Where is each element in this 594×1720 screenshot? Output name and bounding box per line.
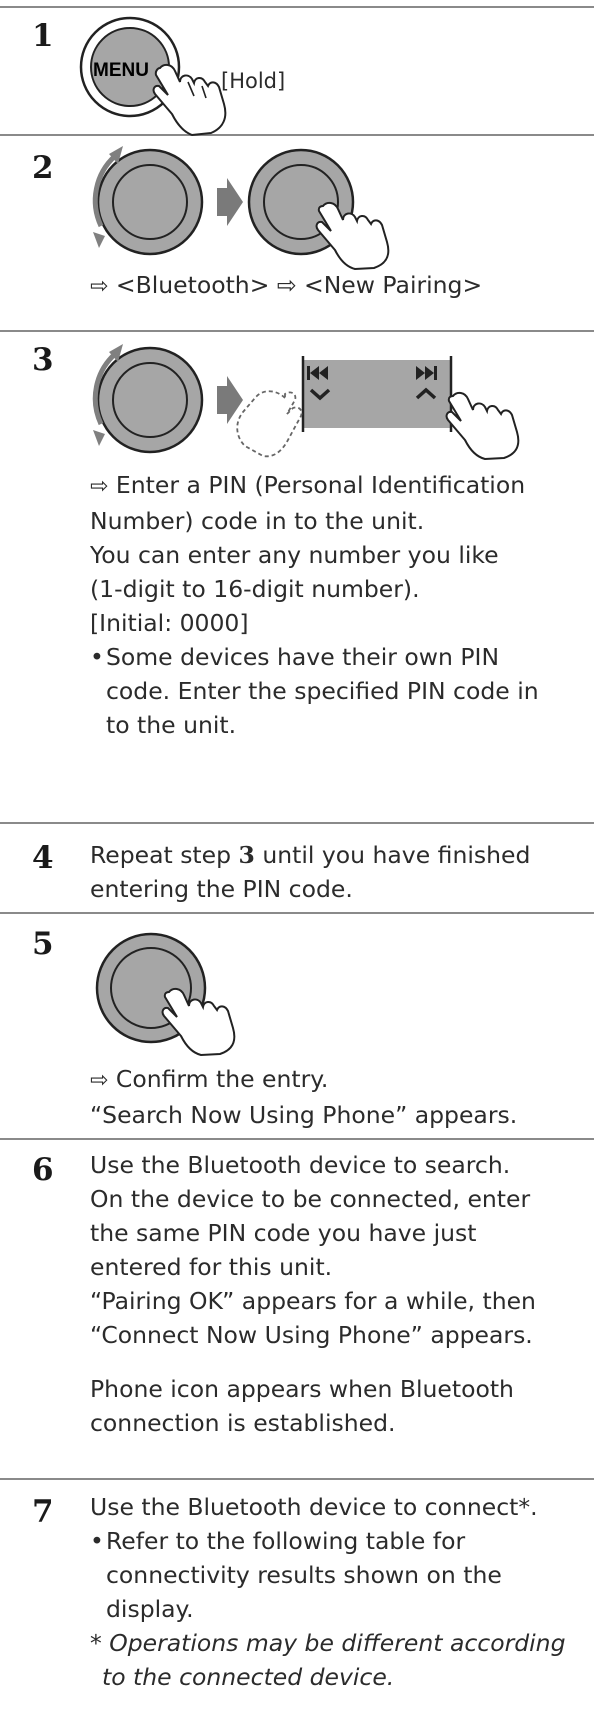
hand-pointer-icon [152,63,227,137]
divider [0,912,594,914]
hold-label: [Hold] [221,69,285,93]
press-knob-illustration [95,932,236,1057]
rotate-and-skip-illustration [92,344,520,461]
arrow-icon: ⇨ [90,1068,109,1093]
step7-text: Use the Bluetooth device to connect*. •R… [90,1490,566,1694]
divider [0,330,594,332]
rotate-and-press-illustration [92,146,390,271]
control-knob-rotating [92,344,204,454]
step5-text: ⇨ Confirm the entry. “Search Now Using P… [90,1065,518,1129]
step-number: 1 [32,18,54,54]
bullet: • [90,643,104,671]
footnote: * Operations may be different according [90,1629,566,1657]
step-number: 3 [32,342,54,378]
footnote: to the connected device. [102,1663,395,1691]
step4-text: Repeat step 3 until you have finished en… [90,841,531,903]
dashed-hand-icon [236,390,303,458]
step3-text: ⇨ Enter a PIN (Personal Identification N… [90,471,539,739]
step-number: 2 [32,150,54,186]
menu-knob-label: MENU [93,60,149,81]
divider [0,1478,594,1480]
divider [0,1138,594,1140]
hand-pointer-icon [445,391,520,461]
menu-knob-hold-illustration: MENU [Hold] [79,16,285,137]
divider [0,822,594,824]
divider [0,6,594,8]
step-number: 7 [32,1494,54,1530]
arrow-icon: ⇨ [90,474,109,499]
bullet: • [90,1527,104,1555]
step-number: 6 [32,1152,54,1188]
step-number: 5 [32,926,54,962]
control-knob-rotating [92,146,204,256]
menu-path-text: ⇨ <Bluetooth> ⇨ <New Pairing> [90,271,483,299]
step-number: 4 [32,840,54,876]
step6-text: Use the Bluetooth device to search. On t… [90,1151,536,1437]
arrow-icon: ⇨ [90,274,109,299]
arrow-right-icon [217,178,243,226]
